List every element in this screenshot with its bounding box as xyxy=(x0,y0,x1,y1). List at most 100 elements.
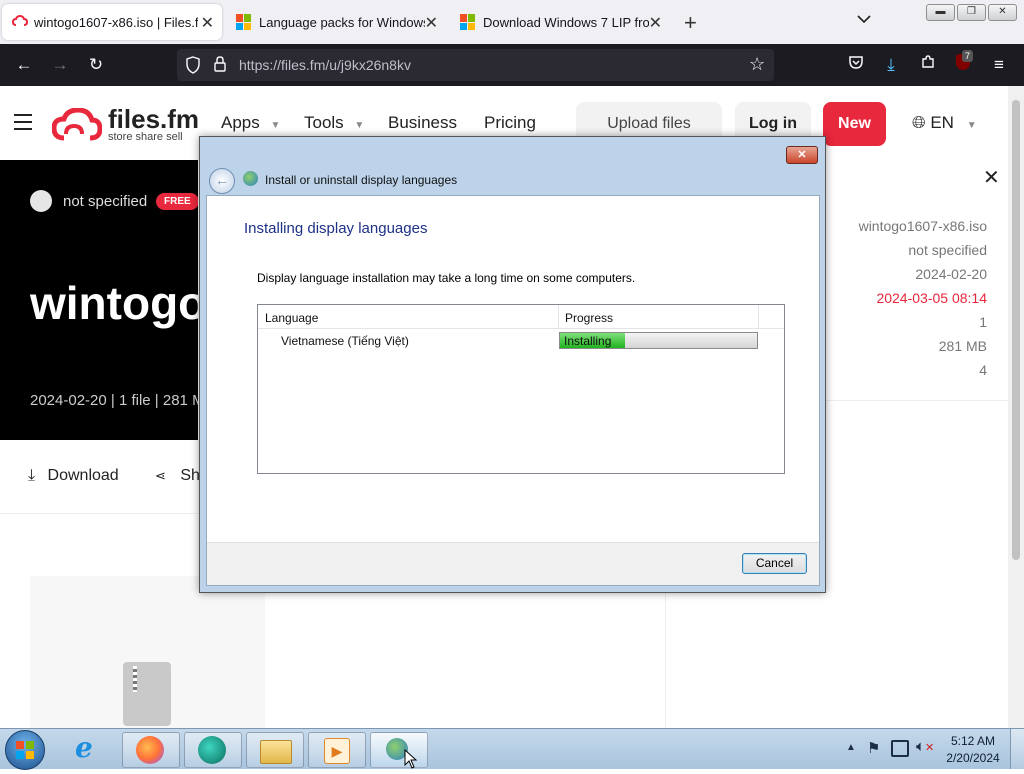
language-globe-icon xyxy=(243,171,258,186)
file-hero-banner: not specified FREE wintogo 2024-02-20 | … xyxy=(0,160,198,440)
restore-window-button[interactable]: ❐ xyxy=(957,4,986,21)
file-details-panel: ✕ wintogo1607-x86.iso not specified 2024… xyxy=(826,160,1008,401)
close-tab-icon[interactable]: ✕ xyxy=(201,13,214,33)
forward-arrow-icon[interactable]: → xyxy=(49,54,71,76)
taskbar-file-explorer[interactable] xyxy=(246,732,304,768)
back-arrow-icon[interactable]: ← xyxy=(13,54,35,76)
menu-tools[interactable]: Tools ▼ xyxy=(304,113,364,133)
app-menu-hamburger-icon[interactable]: ≡ xyxy=(988,54,1010,76)
minimize-window-button[interactable]: ▬ xyxy=(926,4,955,21)
mouse-cursor-icon xyxy=(404,748,418,774)
taskbar-chat-app[interactable] xyxy=(184,732,242,768)
dialog-content: Installing display languages Display lan… xyxy=(206,195,820,586)
dialog-close-button[interactable]: ✕ xyxy=(786,146,818,164)
ublock-extension-icon[interactable]: 7 xyxy=(952,50,974,76)
list-header: Language Progress xyxy=(258,305,784,329)
install-display-languages-dialog: ✕ ← Install or uninstall display languag… xyxy=(199,136,826,593)
volume-muted-icon[interactable]: 🔈︎✕ xyxy=(916,738,934,755)
page-scrollbar[interactable] xyxy=(1008,86,1024,728)
column-header-language[interactable]: Language xyxy=(265,311,318,325)
browser-tab-bar: wintogo1607-x86.iso | Files.fm ✕ Languag… xyxy=(0,0,1024,44)
chat-app-icon xyxy=(198,736,226,764)
tab-list-chevron-icon[interactable] xyxy=(856,11,872,32)
download-icon: ⤓ xyxy=(28,467,36,484)
hamburger-menu-icon[interactable] xyxy=(14,114,32,130)
language-list: Language Progress Vietnamese (Tiếng Việt… xyxy=(257,304,785,474)
tab-language-packs[interactable]: Language packs for Windows - ✕ xyxy=(228,4,446,40)
network-icon[interactable] xyxy=(891,740,909,757)
internet-explorer-icon[interactable]: e xyxy=(75,733,105,763)
menu-apps[interactable]: Apps ▼ xyxy=(221,113,280,133)
detail-files-count: 1 xyxy=(979,314,987,330)
column-divider xyxy=(758,305,759,328)
media-player-icon: ▶ xyxy=(324,738,350,764)
language-label: EN xyxy=(930,113,954,132)
share-label: Sh xyxy=(180,467,200,484)
tab-files-fm[interactable]: wintogo1607-x86.iso | Files.fm ✕ xyxy=(2,4,222,40)
download-icon[interactable]: ⤓ xyxy=(880,54,902,76)
close-tab-icon[interactable]: ✕ xyxy=(425,13,438,33)
action-center-flag-icon[interactable]: ⚑ xyxy=(867,739,880,757)
reload-icon[interactable]: ↻ xyxy=(85,54,107,76)
tab-title: Download Windows 7 LIP from xyxy=(483,14,649,30)
close-window-button[interactable]: ✕ xyxy=(988,4,1017,21)
menu-tools-label: Tools xyxy=(304,113,344,132)
tab-title: wintogo1607-x86.iso | Files.fm xyxy=(34,14,198,30)
menu-business[interactable]: Business xyxy=(388,113,457,133)
menu-apps-label: Apps xyxy=(221,113,260,132)
close-tab-icon[interactable]: ✕ xyxy=(649,13,662,33)
clock-time[interactable]: 5:12 AM xyxy=(950,734,996,748)
extensions-puzzle-icon[interactable] xyxy=(917,54,939,76)
new-label: New xyxy=(838,115,871,132)
taskbar-media-player[interactable]: ▶ xyxy=(308,732,366,768)
list-item[interactable]: Vietnamese (Tiếng Việt) Installing xyxy=(258,329,784,351)
files-fm-logo[interactable]: files.fm store share sell xyxy=(51,104,200,147)
detail-size: 281 MB xyxy=(938,338,987,354)
show-desktop-button[interactable] xyxy=(1010,729,1024,769)
file-preview-card xyxy=(30,576,265,728)
column-header-progress[interactable]: Progress xyxy=(565,311,613,325)
plan-badge: FREE xyxy=(156,193,198,210)
tab-download-windows-lip[interactable]: Download Windows 7 LIP from ✕ xyxy=(452,4,670,40)
new-tab-button[interactable]: + xyxy=(684,10,697,36)
zip-file-icon xyxy=(123,662,171,726)
caret-down-icon: ▼ xyxy=(966,120,977,131)
pocket-icon[interactable] xyxy=(845,54,867,76)
new-button[interactable]: New xyxy=(823,102,886,146)
share-icon: ⋖ xyxy=(155,468,166,483)
tab-title: Language packs for Windows - xyxy=(259,14,425,30)
download-action[interactable]: ⤓ Download xyxy=(28,467,119,485)
cloud-logo-icon xyxy=(51,107,103,147)
language-name: Vietnamese (Tiếng Việt) xyxy=(281,334,409,348)
file-meta: 2024-02-20 | 1 file | 281 M xyxy=(30,392,198,409)
folder-icon xyxy=(260,740,292,764)
file-title: wintogo xyxy=(30,277,198,329)
lock-icon[interactable] xyxy=(213,55,227,78)
avatar xyxy=(30,190,52,212)
progress-status: Installing xyxy=(564,334,612,348)
close-panel-icon[interactable]: ✕ xyxy=(983,165,1000,190)
install-progress-bar: Installing xyxy=(559,332,758,349)
tracking-shield-icon[interactable] xyxy=(185,56,201,79)
taskbar-firefox[interactable] xyxy=(122,732,180,768)
microsoft-logo-icon xyxy=(236,14,252,30)
column-divider xyxy=(558,305,559,328)
clock-date[interactable]: 2/20/2024 xyxy=(944,751,1002,765)
url-bar[interactable]: https://files.fm/u/j9kx26n8kv ☆ xyxy=(177,49,774,81)
windows-logo-icon xyxy=(16,741,34,759)
detail-owner: not specified xyxy=(908,242,987,258)
scrollbar-thumb[interactable] xyxy=(1012,100,1020,560)
show-hidden-icons-icon[interactable]: ▲ xyxy=(846,742,856,753)
windows-taskbar: e ▶ ▲ ⚑ 🔈︎✕ 5:12 AM 2/20/2024 xyxy=(0,728,1024,770)
start-button[interactable] xyxy=(5,730,45,770)
bookmark-star-icon[interactable]: ☆ xyxy=(749,54,765,75)
taskbar-language-installer[interactable] xyxy=(370,732,428,768)
menu-pricing[interactable]: Pricing xyxy=(484,113,536,133)
cancel-button[interactable]: Cancel xyxy=(742,553,807,574)
divider xyxy=(665,592,666,728)
back-arrow-icon[interactable]: ← xyxy=(209,168,235,194)
language-selector[interactable]: 🌐︎ EN ▼ xyxy=(912,113,977,133)
owner-name: not specified xyxy=(63,193,148,210)
dialog-message: Display language installation may take a… xyxy=(257,271,636,285)
share-action[interactable]: ⋖ Sh xyxy=(155,467,200,485)
